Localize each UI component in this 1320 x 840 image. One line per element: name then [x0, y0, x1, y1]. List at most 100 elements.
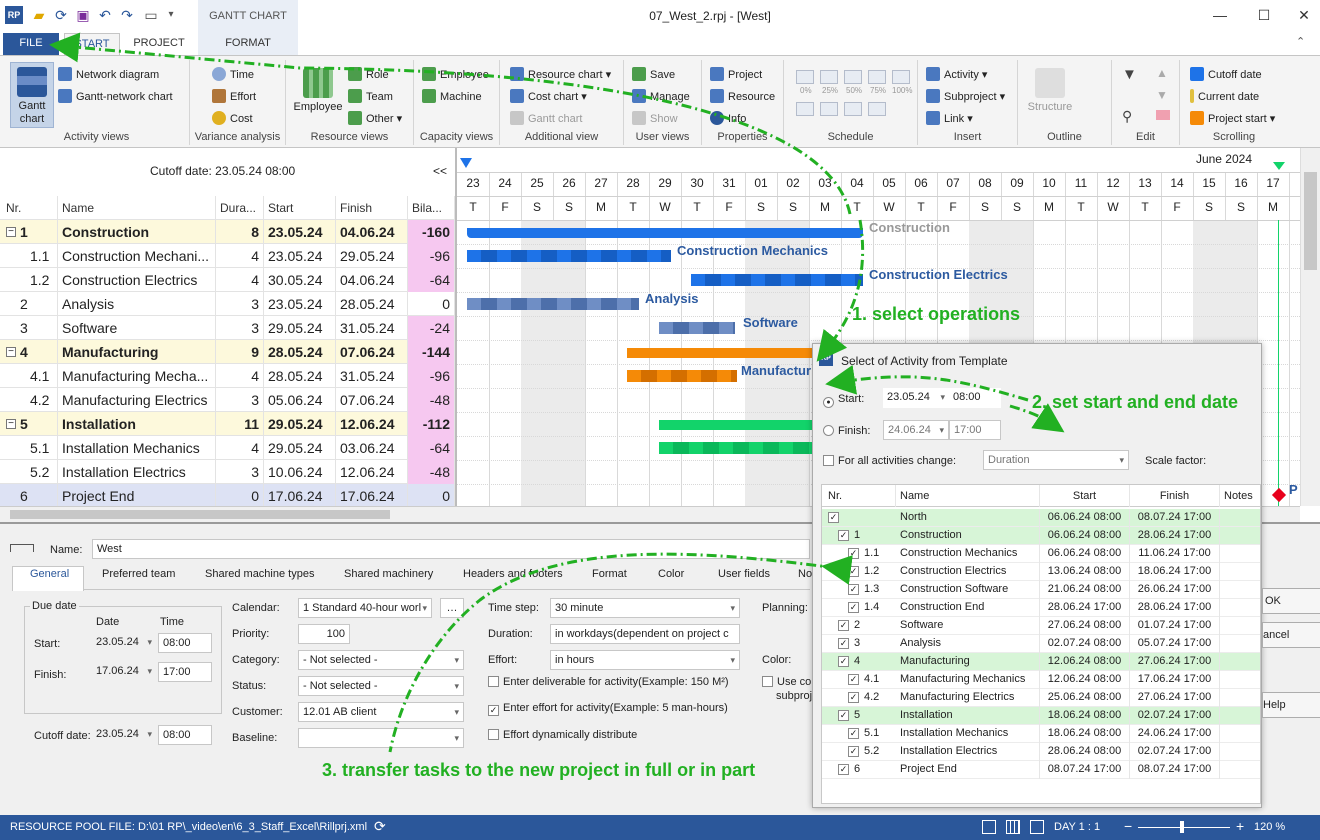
calendar-toggle-icon[interactable]	[1030, 820, 1044, 834]
template-row[interactable]: ✓ 1.2 Construction Electrics 13.06.24 08:00…	[822, 563, 1260, 581]
hscroll-thumb[interactable]	[10, 510, 390, 519]
table-row[interactable]: 3 Software 3 29.05.24 31.05.24 -24	[0, 316, 455, 340]
zoom-out-button[interactable]: −	[1124, 818, 1132, 834]
qat-dropdown-icon[interactable]: ▾	[162, 6, 180, 24]
table-row[interactable]: 5 Installation 11 29.05.24 12.06.24 -112−	[0, 412, 455, 436]
dialog-finish-radio[interactable]: Finish:	[823, 425, 870, 437]
template-row[interactable]: ✓ 5 Installation 18.06.24 08:00 02.07.24 17:…	[822, 707, 1260, 725]
baseline-select[interactable]: ▾	[298, 728, 464, 748]
template-row[interactable]: ✓ 5.1 Installation Mechanics 18.06.24 08:00…	[822, 725, 1260, 743]
for-all-select[interactable]: Duration ▾	[983, 450, 1129, 470]
checkbox-checked-icon[interactable]: ✓	[848, 728, 859, 739]
dialog-cancel-button[interactable]: ancel	[1262, 622, 1320, 648]
template-row[interactable]: ✓ North 06.06.24 08:00 08.07.24 17:00	[822, 509, 1260, 527]
collapse-toggle-icon[interactable]: −	[6, 347, 16, 357]
template-row[interactable]: ✓ 4.1 Manufacturing Mechanics 12.06.24 08:0…	[822, 671, 1260, 689]
checkbox-checked-icon[interactable]: ✓	[848, 674, 859, 685]
timestep-select[interactable]: 30 minute ▾	[550, 598, 740, 618]
effort-select[interactable]: in hours ▾	[550, 650, 740, 670]
view-icon[interactable]: ▭	[142, 6, 160, 24]
finish-time-input[interactable]: 17:00	[158, 662, 212, 682]
checkbox-checked-icon[interactable]: ✓	[838, 710, 849, 721]
sync-icon[interactable]: ⟳	[374, 818, 386, 835]
bar-construction-mechanics[interactable]	[467, 250, 671, 262]
tcol-notes[interactable]: Notes	[1220, 485, 1260, 507]
move-down-icon[interactable]: ▼	[1156, 88, 1168, 102]
resource-chart-button[interactable]: Resource chart ▾	[510, 66, 611, 84]
variance-cost-button[interactable]: Cost	[212, 110, 253, 128]
dialog-help-button[interactable]: Help	[1262, 692, 1320, 718]
checkbox-checked-icon[interactable]: ✓	[848, 692, 859, 703]
redo-icon[interactable]: ↷	[118, 6, 136, 24]
table-row[interactable]: 1 Construction 8 23.05.24 04.06.24 -160−	[0, 220, 455, 244]
tcol-start[interactable]: Start	[1040, 485, 1130, 507]
dialog-start-time[interactable]: 08:00	[949, 388, 1001, 408]
other-button[interactable]: Other ▾	[348, 110, 402, 128]
scroll-cutoff-button[interactable]: Cutoff date	[1190, 66, 1262, 84]
col-start[interactable]: Start	[264, 196, 336, 220]
grid-toggle-icon[interactable]	[1006, 820, 1020, 834]
tab-preferred-team[interactable]: Preferred team	[102, 568, 175, 580]
start-date-input[interactable]: 23.05.24 ▾	[92, 633, 156, 653]
close-button[interactable]: ✕	[1284, 4, 1320, 28]
col-name[interactable]: Name	[58, 196, 216, 220]
scroll-thumb[interactable]	[1304, 172, 1317, 270]
effort-checkbox[interactable]: ✓ Enter effort for activity(Example: 5 ma…	[488, 702, 728, 716]
minimize-button[interactable]: —	[1200, 4, 1240, 28]
resource-properties-button[interactable]: Resource	[710, 88, 775, 106]
template-row[interactable]: ✓ 1 Construction 06.06.24 08:00 28.06.24 17:…	[822, 527, 1260, 545]
table-row[interactable]: 1.1 Construction Mechani... 4 23.05.24 29.05…	[0, 244, 455, 268]
finish-date-input[interactable]: 17.06.24 ▾	[92, 662, 156, 682]
schedule-tool-2[interactable]	[820, 102, 838, 116]
col-nr[interactable]: Nr.	[0, 196, 58, 220]
template-row[interactable]: ✓ 4.2 Manufacturing Electrics 25.06.24 08:0…	[822, 689, 1260, 707]
for-all-checkbox[interactable]: For all activities change:	[823, 455, 956, 467]
checkbox-checked-icon[interactable]: ✓	[848, 566, 859, 577]
zoom-slider-thumb[interactable]	[1180, 821, 1184, 833]
zoom-in-button[interactable]: +	[1236, 818, 1244, 834]
col-balance[interactable]: Bila...	[408, 196, 455, 220]
checkbox-checked-icon[interactable]: ✓	[838, 620, 849, 631]
progress-100-button[interactable]	[892, 70, 910, 84]
cutoff-date-input[interactable]: 23.05.24 ▾	[92, 725, 156, 745]
template-row[interactable]: ✓ 1.4 Construction End 28.06.24 17:00 28.06.…	[822, 599, 1260, 617]
category-select[interactable]: - Not selected - ▾	[298, 650, 464, 670]
template-row[interactable]: ✓ 4 Manufacturing 12.06.24 08:00 27.06.24 17…	[822, 653, 1260, 671]
info-button[interactable]: Info	[710, 110, 746, 128]
bar-installation-mechanics[interactable]	[659, 442, 819, 454]
structure-button[interactable]: Structure	[1024, 68, 1076, 114]
status-select[interactable]: - Not selected - ▾	[298, 676, 464, 696]
tab-headers-footers[interactable]: Headers and footers	[463, 568, 563, 580]
gantt-vertical-scrollbar[interactable]	[1300, 148, 1320, 506]
tab-notes[interactable]: No	[798, 568, 812, 580]
capacity-machine-button[interactable]: Machine	[422, 88, 482, 106]
table-row[interactable]: 5.1 Installation Mechanics 4 29.05.24 03.06.…	[0, 436, 455, 460]
bar-construction-electrics[interactable]	[691, 274, 863, 286]
progress-50-button[interactable]	[844, 70, 862, 84]
deliverable-checkbox[interactable]: Enter deliverable for activity(Example: …	[488, 676, 729, 688]
collapse-table-button[interactable]: <<	[433, 164, 447, 178]
checkbox-checked-icon[interactable]: ✓	[838, 530, 849, 541]
tab-project[interactable]: PROJECT	[126, 33, 192, 55]
manage-view-button[interactable]: Manage	[632, 88, 690, 106]
schedule-tool-3[interactable]	[844, 102, 862, 116]
milestone-icon[interactable]	[1271, 487, 1287, 503]
save-icon[interactable]: ▣	[74, 6, 92, 24]
bar-analysis[interactable]	[467, 298, 639, 310]
dialog-start-radio[interactable]: ● Start:	[823, 393, 864, 408]
checkbox-checked-icon[interactable]: ✓	[838, 656, 849, 667]
bar-manufacturing[interactable]	[627, 348, 817, 358]
table-row[interactable]: 6 Project End 0 17.06.24 17.06.24 0	[0, 484, 455, 508]
save-view-button[interactable]: Save	[632, 66, 675, 84]
dialog-finish-time[interactable]: 17:00	[949, 420, 1001, 440]
start-time-input[interactable]: 08:00	[158, 633, 212, 653]
checkbox-checked-icon[interactable]: ✓	[848, 584, 859, 595]
variance-effort-button[interactable]: Effort	[212, 88, 256, 106]
tcol-nr[interactable]: Nr.	[822, 485, 896, 507]
tab-start[interactable]: START	[64, 33, 120, 55]
calendar-select[interactable]: 1 Standard 40-hour worl ▾	[298, 598, 432, 618]
table-row[interactable]: 2 Analysis 3 23.05.24 28.05.24 0	[0, 292, 455, 316]
additional-gantt-button[interactable]: Gantt chart	[510, 110, 582, 128]
ribbon-collapse-icon[interactable]: ⌃	[1296, 35, 1305, 48]
eraser-icon[interactable]	[1156, 110, 1170, 120]
